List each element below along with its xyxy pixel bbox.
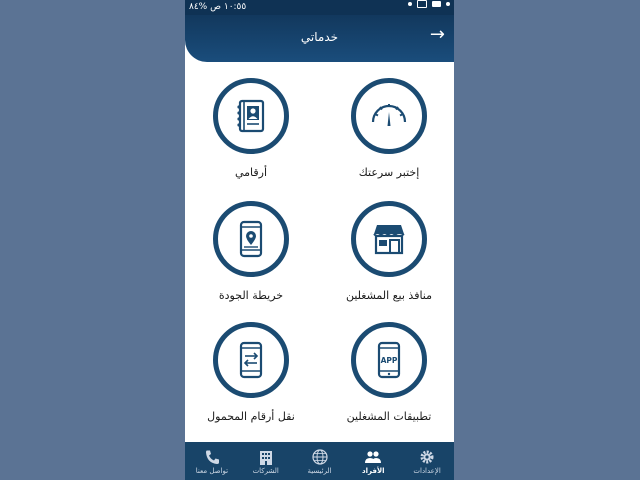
speedometer-icon bbox=[371, 104, 407, 126]
building-icon bbox=[259, 451, 272, 465]
tile-icon-circle bbox=[351, 201, 427, 277]
contact-book-icon bbox=[237, 99, 265, 133]
nav-home[interactable]: الرئيسية bbox=[293, 442, 347, 480]
status-time: ١٠:٥٥ ص %٨٤ bbox=[189, 0, 246, 15]
nav-label: الرئيسية bbox=[307, 467, 332, 475]
nav-label: الأفراد bbox=[362, 467, 385, 475]
gear-icon bbox=[420, 450, 434, 464]
status-bar: ١٠:٥٥ ص %٨٤ bbox=[185, 0, 454, 15]
tile-quality-map[interactable]: خريطة الجودة bbox=[191, 201, 311, 311]
battery-text: %٨٤ bbox=[189, 2, 208, 12]
nav-settings[interactable]: الإعدادات bbox=[400, 442, 454, 480]
tile-label: منافذ بيع المشغلين bbox=[345, 289, 433, 302]
tile-operator-stores[interactable]: منافذ بيع المشغلين bbox=[329, 201, 449, 311]
phone-transfer-icon bbox=[239, 341, 263, 379]
app-text: APP bbox=[381, 356, 398, 365]
people-icon bbox=[365, 451, 382, 463]
clock-text: ١٠:٥٥ ص bbox=[210, 2, 247, 12]
nav-individuals[interactable]: الأفراد bbox=[346, 442, 400, 480]
globe-icon bbox=[311, 449, 328, 465]
tile-label: خريطة الجودة bbox=[218, 289, 284, 302]
nav-label: الشركات bbox=[252, 467, 279, 475]
tile-icon-circle bbox=[213, 201, 289, 277]
nav-companies[interactable]: الشركات bbox=[239, 442, 293, 480]
tile-icon-circle bbox=[213, 322, 289, 398]
status-icons bbox=[408, 0, 450, 8]
tile-label: أرقامي bbox=[234, 166, 268, 179]
store-icon bbox=[373, 225, 405, 255]
nav-contact-us[interactable]: تواصل معنا bbox=[185, 442, 239, 480]
nav-label: تواصل معنا bbox=[195, 467, 229, 475]
app-screen: ١٠:٥٥ ص %٨٤ خدماتي → إختبر سرعتك أرقامي … bbox=[185, 0, 454, 480]
back-arrow-icon[interactable]: → bbox=[430, 25, 445, 45]
tile-icon-circle bbox=[213, 78, 289, 154]
phone-icon bbox=[205, 450, 219, 464]
page-title: خدماتي bbox=[300, 30, 339, 44]
tile-number-transfer[interactable]: نقل أرقام المحمول bbox=[191, 322, 311, 432]
phone-app-icon: APP bbox=[377, 341, 401, 379]
nav-label: الإعدادات bbox=[413, 467, 441, 475]
message-icon bbox=[417, 0, 427, 8]
phone-map-pin-icon bbox=[239, 220, 263, 258]
tile-my-numbers[interactable]: أرقامي bbox=[191, 78, 311, 188]
tile-label: إختبر سرعتك bbox=[358, 166, 420, 179]
notification-dot-icon bbox=[408, 2, 412, 6]
tile-icon-circle: APP bbox=[351, 322, 427, 398]
app-header: خدماتي → bbox=[185, 15, 454, 62]
tile-icon-circle bbox=[351, 78, 427, 154]
tile-label: نقل أرقام المحمول bbox=[207, 410, 295, 423]
tile-operator-apps[interactable]: APP تطبيقات المشغلين bbox=[329, 322, 449, 432]
bottom-navigation: الإعدادات الأفراد الرئيسية الشركات تواصل… bbox=[185, 442, 454, 480]
tile-label: تطبيقات المشغلين bbox=[346, 410, 432, 423]
recording-dot-icon bbox=[446, 2, 450, 6]
tile-speed-test[interactable]: إختبر سرعتك bbox=[329, 78, 449, 188]
camera-icon bbox=[432, 1, 441, 7]
